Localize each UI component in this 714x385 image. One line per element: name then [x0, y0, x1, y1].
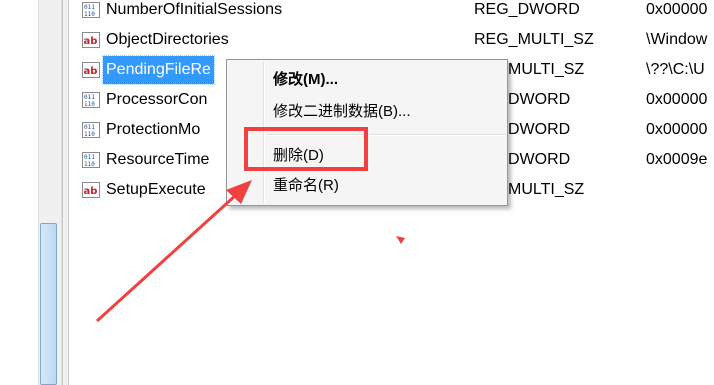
string-icon: ab — [82, 62, 100, 78]
svg-text:110: 110 — [84, 131, 95, 138]
dword-icon: 011 110 — [82, 92, 100, 108]
value-data: 0x00000 — [646, 121, 708, 138]
svg-text:011: 011 — [84, 124, 95, 131]
value-type: MULTI_SZ — [508, 61, 585, 78]
svg-text:ab: ab — [84, 36, 98, 47]
value-type: REG_DWORD — [474, 1, 580, 18]
value-data: \Window — [646, 31, 708, 48]
value-name: ResourceTime — [106, 151, 210, 168]
dword-icon: 011 110 — [82, 2, 100, 18]
annotation-highlight-box — [244, 127, 368, 171]
string-icon: ab — [82, 32, 100, 48]
svg-text:011: 011 — [84, 94, 95, 101]
svg-text:110: 110 — [84, 161, 95, 168]
menu-item-modify-binary[interactable]: 修改二进制数据(B)... — [273, 98, 411, 126]
value-data: 0x00000 — [646, 91, 708, 108]
value-type: MULTI_SZ — [508, 181, 585, 198]
dword-icon: 011 110 — [82, 122, 100, 138]
value-type: REG_MULTI_SZ — [474, 31, 594, 48]
value-row[interactable]: ab ObjectDirectories REG_MULTI_SZ \Windo… — [68, 26, 714, 54]
dword-icon: 011 110 — [82, 152, 100, 168]
value-data: 0x00000 — [646, 1, 708, 18]
svg-text:011: 011 — [84, 4, 95, 11]
svg-text:110: 110 — [84, 11, 95, 18]
value-name: ObjectDirectories — [106, 31, 229, 48]
value-name: NumberOfInitialSessions — [106, 1, 283, 18]
svg-text:ab: ab — [84, 186, 98, 197]
value-name: ProcessorCon — [106, 91, 208, 108]
value-type: DWORD — [508, 91, 571, 108]
value-name: PendingFileRe — [102, 55, 215, 85]
string-icon: ab — [82, 182, 100, 198]
value-data: \??\C:\U — [646, 61, 705, 78]
value-type: DWORD — [508, 121, 571, 138]
value-data: 0x0009e — [646, 151, 708, 168]
svg-text:ab: ab — [84, 66, 98, 77]
svg-text:011: 011 — [84, 154, 95, 161]
menu-item-rename[interactable]: 重命名(R) — [273, 172, 339, 200]
menu-item-modify[interactable]: 修改(M)... — [273, 66, 338, 94]
value-row[interactable]: 011 110 NumberOfInitialSessions REG_DWOR… — [68, 0, 714, 24]
value-type: DWORD — [508, 151, 571, 168]
value-name: ProtectionMo — [106, 121, 201, 138]
tree-scrollbar-thumb[interactable] — [40, 223, 57, 385]
value-name: SetupExecute — [106, 181, 206, 198]
svg-text:110: 110 — [84, 101, 95, 108]
